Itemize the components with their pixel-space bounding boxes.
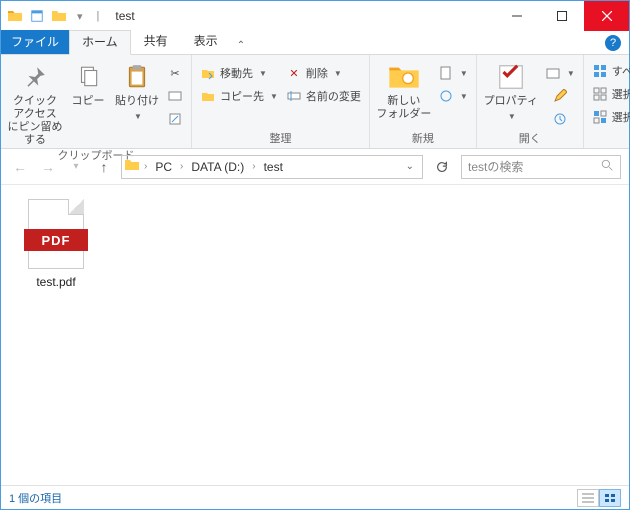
ribbon-collapse-icon[interactable]: ⌃ [231, 40, 251, 51]
chevron-right-icon[interactable]: › [250, 161, 257, 172]
history-button[interactable] [550, 109, 570, 129]
search-box[interactable]: testの検索 [461, 155, 621, 179]
paste-shortcut-button[interactable] [165, 109, 185, 129]
tab-home[interactable]: ホーム [69, 30, 131, 55]
breadcrumb-folder[interactable]: test [260, 160, 287, 174]
forward-button[interactable]: → [37, 156, 59, 178]
address-bar[interactable]: › PC › DATA (D:) › test ⌄ [121, 155, 423, 179]
search-icon [601, 159, 614, 175]
rename-icon [286, 88, 302, 104]
nav-row: ← → ▾ ↑ › PC › DATA (D:) › test ⌄ testの検… [1, 149, 629, 185]
group-new: 新しい フォルダー ▼ ▼ 新規 [370, 55, 477, 148]
properties-icon [495, 61, 527, 93]
edit-button[interactable] [550, 86, 570, 106]
refresh-button[interactable] [429, 155, 455, 179]
file-item[interactable]: PDF test.pdf [11, 199, 101, 289]
copy-to-button[interactable]: コピー先▼ [198, 86, 280, 106]
icons-view-button[interactable] [599, 489, 621, 507]
paste-button[interactable]: 貼り付け ▼ [113, 57, 161, 123]
delete-button[interactable]: ✕削除▼ [284, 63, 344, 83]
tab-share[interactable]: 共有 [131, 29, 181, 54]
delete-icon: ✕ [286, 65, 302, 81]
chevron-right-icon[interactable]: › [142, 161, 149, 172]
copy-to-icon [200, 88, 216, 104]
qat-props-icon[interactable] [29, 8, 45, 24]
file-name: test.pdf [36, 275, 75, 289]
pdf-file-icon: PDF [28, 199, 84, 269]
select-none-button[interactable]: 選択解除 [590, 84, 630, 104]
titlebar: ▾ | test [1, 1, 629, 31]
group-open: プロパティ ▼ ▼ 開く [477, 55, 584, 148]
open-icon [545, 65, 561, 81]
cut-button[interactable]: ✂ [165, 63, 185, 83]
help-button[interactable]: ? [605, 35, 621, 51]
chevron-right-icon[interactable]: › [178, 161, 185, 172]
folder-icon [124, 157, 140, 176]
copy-path-icon [167, 88, 183, 104]
new-item-icon [438, 65, 454, 81]
copy-icon [72, 61, 104, 93]
status-bar: 1 個の項目 [1, 485, 629, 509]
up-button[interactable]: ↑ [93, 156, 115, 178]
explorer-window: ▾ | test ファイル ホーム 共有 表示 ⌃ ? クイック アクセス にピ… [0, 0, 630, 510]
select-none-icon [592, 86, 608, 102]
new-item-button[interactable]: ▼ [436, 63, 470, 83]
maximize-button[interactable] [539, 1, 584, 31]
invert-selection-button[interactable]: 選択の切り替え [590, 107, 630, 127]
move-to-icon [200, 65, 216, 81]
invert-icon [592, 109, 608, 125]
edit-icon [552, 88, 568, 104]
easy-access-icon [438, 88, 454, 104]
file-list[interactable]: PDF test.pdf [1, 185, 629, 485]
breadcrumb-pc[interactable]: PC [151, 160, 176, 174]
chevron-down-icon: ▼ [508, 110, 516, 123]
select-all-button[interactable]: すべて選択 [590, 61, 630, 81]
folder-icon [7, 8, 23, 24]
qat-dropdown-icon[interactable]: ▾ [77, 10, 83, 23]
new-folder-icon [388, 61, 420, 93]
group-clipboard: クイック アクセス にピン留めする コピー 貼り付け ▼ ✂ クリップボード [1, 55, 192, 148]
address-dropdown-icon[interactable]: ⌄ [400, 161, 420, 172]
breadcrumb-drive[interactable]: DATA (D:) [187, 160, 248, 174]
history-icon [552, 111, 568, 127]
move-to-button[interactable]: 移動先▼ [198, 63, 269, 83]
group-organize: 移動先▼ コピー先▼ ✕削除▼ 名前の変更 整理 [192, 55, 370, 148]
window-title: test [115, 9, 134, 23]
pin-icon [19, 61, 51, 93]
copy-button[interactable]: コピー [67, 57, 109, 108]
tab-file[interactable]: ファイル [1, 30, 69, 54]
new-folder-button[interactable]: 新しい フォルダー [376, 57, 432, 121]
paste-icon [121, 61, 153, 93]
close-button[interactable] [584, 1, 629, 31]
open-button[interactable]: ▼ [543, 63, 577, 83]
qat-newfolder-icon[interactable] [51, 8, 67, 24]
ribbon-tabs: ファイル ホーム 共有 表示 ⌃ ? [1, 31, 629, 55]
ribbon: クイック アクセス にピン留めする コピー 貼り付け ▼ ✂ クリップボード [1, 55, 629, 149]
rename-button[interactable]: 名前の変更 [284, 86, 363, 106]
copy-path-button[interactable] [165, 86, 185, 106]
scissors-icon: ✂ [167, 65, 183, 81]
pin-to-quick-access-button[interactable]: クイック アクセス にピン留めする [7, 57, 63, 147]
details-view-button[interactable] [577, 489, 599, 507]
easy-access-button[interactable]: ▼ [436, 86, 470, 106]
select-all-icon [592, 63, 608, 79]
minimize-button[interactable] [494, 1, 539, 31]
back-button[interactable]: ← [9, 156, 31, 178]
recent-locations-button[interactable]: ▾ [65, 156, 87, 178]
item-count: 1 個の項目 [9, 490, 62, 506]
group-select: すべて選択 選択解除 選択の切り替え 選択 [584, 55, 630, 148]
search-placeholder: testの検索 [468, 158, 523, 175]
shortcut-icon [167, 111, 183, 127]
chevron-down-icon: ▼ [134, 110, 142, 123]
tab-view[interactable]: 表示 [181, 29, 231, 54]
properties-button[interactable]: プロパティ ▼ [483, 57, 539, 123]
